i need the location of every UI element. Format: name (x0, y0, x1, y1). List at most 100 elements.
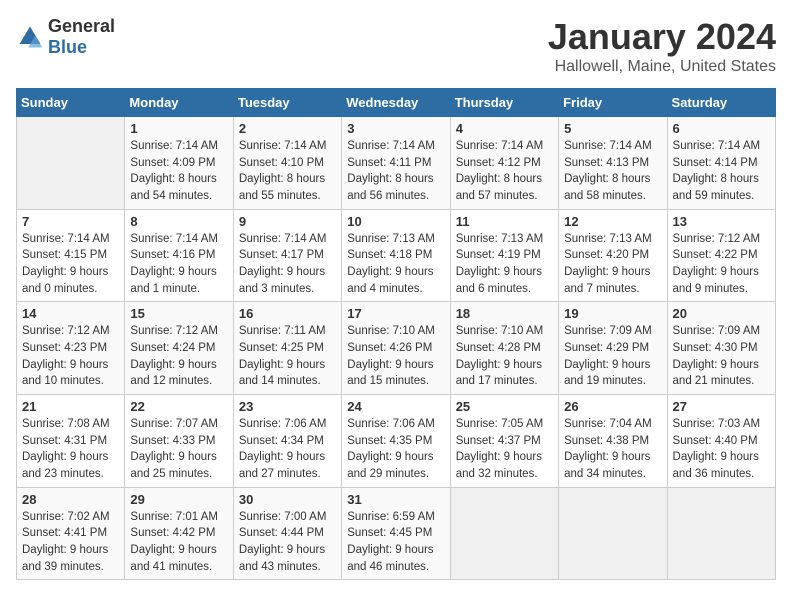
day-number: 23 (239, 399, 336, 414)
sunset-text: Sunset: 4:45 PM (347, 525, 444, 542)
daylight-text: Daylight: 9 hours and 32 minutes. (456, 449, 553, 482)
sunrise-text: Sunrise: 7:07 AM (130, 416, 227, 433)
sunrise-text: Sunrise: 7:14 AM (130, 138, 227, 155)
sunset-text: Sunset: 4:26 PM (347, 340, 444, 357)
calendar-day-cell: 20Sunrise: 7:09 AMSunset: 4:30 PMDayligh… (667, 302, 775, 395)
day-number: 12 (564, 214, 661, 229)
day-number: 7 (22, 214, 119, 229)
calendar-day-cell: 22Sunrise: 7:07 AMSunset: 4:33 PMDayligh… (125, 395, 233, 488)
sunrise-text: Sunrise: 7:01 AM (130, 509, 227, 526)
sunset-text: Sunset: 4:29 PM (564, 340, 661, 357)
sunrise-text: Sunrise: 7:13 AM (347, 231, 444, 248)
day-info: Sunrise: 7:14 AMSunset: 4:17 PMDaylight:… (239, 231, 336, 298)
daylight-text: Daylight: 9 hours and 7 minutes. (564, 264, 661, 297)
sunset-text: Sunset: 4:13 PM (564, 155, 661, 172)
day-info: Sunrise: 7:10 AMSunset: 4:28 PMDaylight:… (456, 323, 553, 390)
day-number: 29 (130, 492, 227, 507)
daylight-text: Daylight: 8 hours and 54 minutes. (130, 171, 227, 204)
sunset-text: Sunset: 4:16 PM (130, 247, 227, 264)
day-info: Sunrise: 7:10 AMSunset: 4:26 PMDaylight:… (347, 323, 444, 390)
day-info: Sunrise: 7:07 AMSunset: 4:33 PMDaylight:… (130, 416, 227, 483)
daylight-text: Daylight: 9 hours and 25 minutes. (130, 449, 227, 482)
sunset-text: Sunset: 4:23 PM (22, 340, 119, 357)
calendar-day-cell: 4 Sunrise: 7:14 AMSunset: 4:12 PMDaylight… (450, 117, 558, 210)
day-number: 26 (564, 399, 661, 414)
month-title: January 2024 (548, 16, 776, 58)
day-info: Sunrise: 7:00 AMSunset: 4:44 PMDaylight:… (239, 509, 336, 576)
sunrise-text: Sunrise: 7:10 AM (456, 323, 553, 340)
sunrise-text: Sunrise: 7:14 AM (347, 138, 444, 155)
day-number: 4 (456, 121, 553, 136)
weekday-header: Tuesday (233, 89, 341, 117)
sunset-text: Sunset: 4:09 PM (130, 155, 227, 172)
daylight-text: Daylight: 9 hours and 46 minutes. (347, 542, 444, 575)
sunset-text: Sunset: 4:20 PM (564, 247, 661, 264)
daylight-text: Daylight: 9 hours and 27 minutes. (239, 449, 336, 482)
calendar-week-row: 14Sunrise: 7:12 AMSunset: 4:23 PMDayligh… (17, 302, 776, 395)
day-number: 3 (347, 121, 444, 136)
day-number: 17 (347, 306, 444, 321)
calendar-day-cell: 25 Sunrise: 7:05 AMSunset: 4:37 PMDayligh… (450, 395, 558, 488)
sunrise-text: Sunrise: 7:04 AM (564, 416, 661, 433)
sunset-text: Sunset: 4:34 PM (239, 433, 336, 450)
calendar-day-cell: 21Sunrise: 7:08 AMSunset: 4:31 PMDayligh… (17, 395, 125, 488)
sunset-text: Sunset: 4:33 PM (130, 433, 227, 450)
day-number: 31 (347, 492, 444, 507)
sunrise-text: Sunrise: 7:14 AM (673, 138, 770, 155)
sunset-text: Sunset: 4:14 PM (673, 155, 770, 172)
day-number: 28 (22, 492, 119, 507)
sunset-text: Sunset: 4:30 PM (673, 340, 770, 357)
sunset-text: Sunset: 4:44 PM (239, 525, 336, 542)
sunrise-text: Sunrise: 6:59 AM (347, 509, 444, 526)
calendar-day-cell: 3 Sunrise: 7:14 AMSunset: 4:11 PMDaylight… (342, 117, 450, 210)
sunrise-text: Sunrise: 7:12 AM (673, 231, 770, 248)
sunrise-text: Sunrise: 7:14 AM (456, 138, 553, 155)
sunset-text: Sunset: 4:31 PM (22, 433, 119, 450)
logo-icon (16, 23, 44, 51)
calendar-day-cell: 13Sunrise: 7:12 AMSunset: 4:22 PMDayligh… (667, 209, 775, 302)
calendar-day-cell: 12Sunrise: 7:13 AMSunset: 4:20 PMDayligh… (559, 209, 667, 302)
day-info: Sunrise: 7:14 AMSunset: 4:15 PMDaylight:… (22, 231, 119, 298)
sunrise-text: Sunrise: 7:09 AM (673, 323, 770, 340)
day-number: 18 (456, 306, 553, 321)
calendar-week-row: 1Sunrise: 7:14 AMSunset: 4:09 PMDaylight… (17, 117, 776, 210)
calendar-table: SundayMondayTuesdayWednesdayThursdayFrid… (16, 88, 776, 580)
sunrise-text: Sunrise: 7:14 AM (22, 231, 119, 248)
day-info: Sunrise: 7:14 AMSunset: 4:11 PMDaylight:… (347, 138, 444, 205)
daylight-text: Daylight: 9 hours and 4 minutes. (347, 264, 444, 297)
logo-blue: Blue (48, 37, 87, 57)
day-info: Sunrise: 7:02 AMSunset: 4:41 PMDaylight:… (22, 509, 119, 576)
sunset-text: Sunset: 4:22 PM (673, 247, 770, 264)
daylight-text: Daylight: 9 hours and 43 minutes. (239, 542, 336, 575)
calendar-day-cell: 14Sunrise: 7:12 AMSunset: 4:23 PMDayligh… (17, 302, 125, 395)
calendar-day-cell (559, 487, 667, 580)
location-title: Hallowell, Maine, United States (548, 58, 776, 76)
daylight-text: Daylight: 9 hours and 9 minutes. (673, 264, 770, 297)
logo: General Blue (16, 16, 115, 58)
sunrise-text: Sunrise: 7:11 AM (239, 323, 336, 340)
day-info: Sunrise: 7:05 AMSunset: 4:37 PMDaylight:… (456, 416, 553, 483)
calendar-day-cell: 30Sunrise: 7:00 AMSunset: 4:44 PMDayligh… (233, 487, 341, 580)
daylight-text: Daylight: 8 hours and 59 minutes. (673, 171, 770, 204)
day-info: Sunrise: 7:13 AMSunset: 4:19 PMDaylight:… (456, 231, 553, 298)
day-info: Sunrise: 7:11 AMSunset: 4:25 PMDaylight:… (239, 323, 336, 390)
calendar-day-cell: 24Sunrise: 7:06 AMSunset: 4:35 PMDayligh… (342, 395, 450, 488)
sunset-text: Sunset: 4:18 PM (347, 247, 444, 264)
sunset-text: Sunset: 4:12 PM (456, 155, 553, 172)
day-number: 25 (456, 399, 553, 414)
sunset-text: Sunset: 4:38 PM (564, 433, 661, 450)
weekday-header: Wednesday (342, 89, 450, 117)
daylight-text: Daylight: 8 hours and 57 minutes. (456, 171, 553, 204)
sunset-text: Sunset: 4:11 PM (347, 155, 444, 172)
day-info: Sunrise: 7:03 AMSunset: 4:40 PMDaylight:… (673, 416, 770, 483)
calendar-day-cell: 10Sunrise: 7:13 AMSunset: 4:18 PMDayligh… (342, 209, 450, 302)
day-number: 6 (673, 121, 770, 136)
daylight-text: Daylight: 9 hours and 10 minutes. (22, 357, 119, 390)
calendar-day-cell: 8Sunrise: 7:14 AMSunset: 4:16 PMDaylight… (125, 209, 233, 302)
calendar-day-cell: 2Sunrise: 7:14 AMSunset: 4:10 PMDaylight… (233, 117, 341, 210)
weekday-header: Thursday (450, 89, 558, 117)
calendar-day-cell: 26Sunrise: 7:04 AMSunset: 4:38 PMDayligh… (559, 395, 667, 488)
weekday-header-row: SundayMondayTuesdayWednesdayThursdayFrid… (17, 89, 776, 117)
calendar-day-cell: 5Sunrise: 7:14 AMSunset: 4:13 PMDaylight… (559, 117, 667, 210)
sunset-text: Sunset: 4:15 PM (22, 247, 119, 264)
